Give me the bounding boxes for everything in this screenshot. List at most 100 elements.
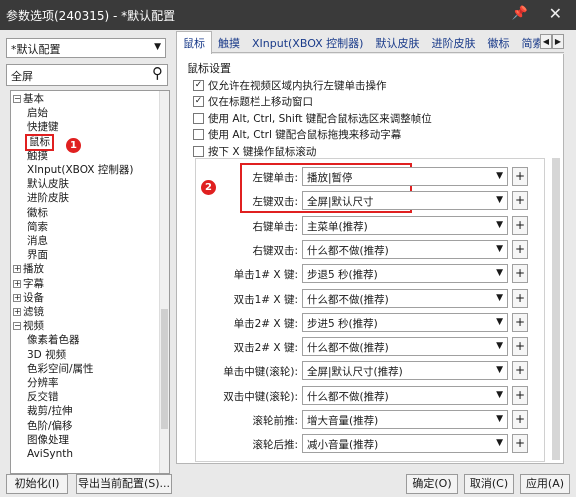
- add-button[interactable]: +: [512, 239, 528, 259]
- tab-item[interactable]: 徽标: [481, 32, 515, 54]
- close-icon[interactable]: ✕: [549, 4, 562, 23]
- tab-right-icon[interactable]: ▶: [552, 34, 564, 49]
- tree-node[interactable]: + 滤镜: [13, 306, 44, 319]
- collapse-icon[interactable]: −: [13, 95, 21, 103]
- mapping-select[interactable]: 步进5 秒(推荐) ▼: [302, 312, 508, 332]
- tree-item-label: 设备: [23, 291, 44, 304]
- tree-item-label: 快捷键: [27, 121, 59, 134]
- mapping-select[interactable]: 什么都不做(推荐) ▼: [302, 385, 508, 405]
- mapping-select[interactable]: 全屏|默认尺寸(推荐) ▼: [302, 361, 508, 381]
- expand-icon[interactable]: +: [13, 265, 21, 274]
- checkbox-label: 仅在标题栏上移动窗口: [208, 96, 313, 108]
- tab-scroll: ◀ ▶: [540, 34, 564, 49]
- tree-scrollbar[interactable]: [159, 91, 169, 473]
- tree-item[interactable]: 徽标: [27, 207, 48, 220]
- add-button[interactable]: +: [512, 264, 528, 284]
- search-icon[interactable]: ⚲: [152, 64, 163, 82]
- chevron-down-icon: ▼: [496, 438, 503, 449]
- tree-node[interactable]: + 设备: [13, 292, 44, 305]
- panel-scrollbar[interactable]: [552, 158, 561, 462]
- add-button[interactable]: +: [512, 191, 528, 211]
- option-checkbox[interactable]: 使用 Alt, Ctrl, Shift 键配合鼠标选区来调整帧位: [193, 111, 432, 125]
- tab-item[interactable]: 进阶皮肤: [425, 32, 481, 54]
- tree-item[interactable]: 图像处理: [27, 434, 69, 447]
- tree-item-label: 分辨率: [27, 377, 59, 389]
- option-checkbox[interactable]: 按下 X 键操作鼠标滚动: [193, 144, 316, 158]
- tree-item[interactable]: 裁剪/拉伸: [27, 405, 73, 418]
- tree-node[interactable]: + 播放: [13, 263, 44, 276]
- mapping-select[interactable]: 减小音量(推荐) ▼: [302, 434, 508, 454]
- search-value: 全屏: [11, 70, 33, 83]
- search-input[interactable]: 全屏 ⚲: [6, 64, 168, 86]
- tree-item[interactable]: 启始: [27, 107, 48, 120]
- tab-item[interactable]: 鼠标: [176, 31, 212, 54]
- tree-item[interactable]: 消息: [27, 235, 48, 248]
- tree-item[interactable]: 进阶皮肤: [27, 192, 69, 205]
- init-button[interactable]: 初始化(I): [6, 474, 68, 494]
- expand-icon[interactable]: +: [13, 293, 21, 302]
- tree-item-label: 简索: [27, 220, 48, 233]
- tree-item[interactable]: 触摸: [27, 150, 48, 163]
- mapping-select[interactable]: 什么都不做(推荐) ▼: [302, 288, 508, 308]
- panel-scrollbar-thumb[interactable]: [552, 158, 560, 460]
- tab-item[interactable]: 默认皮肤: [369, 32, 425, 54]
- mapping-select[interactable]: 播放|暂停 ▼: [302, 167, 508, 186]
- add-button[interactable]: +: [512, 167, 528, 186]
- tree-scrollbar-thumb[interactable]: [161, 309, 168, 429]
- unchecked-box-icon[interactable]: [193, 129, 204, 140]
- add-button[interactable]: +: [512, 361, 528, 381]
- mapping-select[interactable]: 主菜单(推荐) ▼: [302, 215, 508, 235]
- tab-item[interactable]: 触摸: [212, 32, 246, 54]
- apply-button[interactable]: 应用(A): [520, 474, 570, 494]
- add-button[interactable]: +: [512, 385, 528, 405]
- add-button[interactable]: +: [512, 312, 528, 332]
- add-button[interactable]: +: [512, 410, 528, 429]
- tree-item-label: 鼠标: [29, 135, 50, 148]
- collapse-icon[interactable]: −: [13, 322, 21, 331]
- mapping-select[interactable]: 增大音量(推荐) ▼: [302, 410, 508, 429]
- tree-node[interactable]: − 基本: [13, 93, 44, 106]
- tree-item[interactable]: 快捷键: [27, 121, 59, 134]
- tree-item[interactable]: 3D 视频: [27, 349, 66, 362]
- add-button[interactable]: +: [512, 337, 528, 357]
- option-checkbox[interactable]: ✓ 仅在标题栏上移动窗口: [193, 95, 313, 109]
- tree-item[interactable]: 反交错: [27, 391, 59, 404]
- tree-item[interactable]: 分辨率: [27, 377, 59, 390]
- tree-item[interactable]: 界面: [27, 249, 48, 262]
- add-button[interactable]: +: [512, 288, 528, 308]
- unchecked-box-icon[interactable]: [193, 145, 204, 157]
- mapping-select[interactable]: 什么都不做(推荐) ▼: [302, 239, 508, 259]
- tree-item[interactable]: 默认皮肤: [27, 178, 69, 191]
- pin-icon[interactable]: 📌: [512, 6, 528, 21]
- tree-item-label: 界面: [27, 249, 48, 262]
- export-config-button[interactable]: 导出当前配置(S)...: [76, 474, 172, 494]
- tree-item[interactable]: AviSynth: [27, 448, 73, 461]
- add-button[interactable]: +: [512, 434, 528, 454]
- tree-item[interactable]: 简索: [27, 221, 48, 234]
- tree-item[interactable]: 像素着色器: [27, 334, 80, 347]
- mapping-select[interactable]: 全屏|默认尺寸 ▼: [302, 191, 508, 211]
- tree-node[interactable]: − 视频: [13, 320, 44, 333]
- tab-left-icon[interactable]: ◀: [540, 34, 552, 49]
- mapping-value: 步进5 秒(推荐): [307, 317, 378, 330]
- mapping-select[interactable]: 什么都不做(推荐) ▼: [302, 337, 508, 357]
- option-checkbox[interactable]: 使用 Alt, Ctrl 键配合鼠标拖拽来移动字幕: [193, 128, 401, 142]
- expand-icon[interactable]: +: [13, 308, 21, 316]
- tree-node[interactable]: + 字幕: [13, 278, 44, 291]
- tree-item[interactable]: 鼠标: [25, 133, 54, 151]
- tree-item[interactable]: 色阶/偏移: [27, 420, 73, 433]
- preset-select[interactable]: *默认配置 ▼: [6, 38, 166, 58]
- unchecked-box-icon[interactable]: [193, 112, 204, 124]
- option-checkbox[interactable]: ✓ 仅允许在视频区域内执行左键单击操作: [193, 78, 387, 92]
- cancel-button[interactable]: 取消(C): [464, 474, 514, 494]
- tab-item[interactable]: XInput(XBOX 控制器): [246, 32, 369, 54]
- tree-item-label: 滤镜: [23, 306, 44, 318]
- ok-button[interactable]: 确定(O): [406, 474, 458, 494]
- tree-item[interactable]: XInput(XBOX 控制器): [27, 164, 133, 177]
- checked-box-icon[interactable]: ✓: [193, 79, 204, 91]
- mapping-select[interactable]: 步退5 秒(推荐) ▼: [302, 264, 508, 284]
- tree-item[interactable]: 色彩空间/属性: [27, 363, 94, 376]
- checked-box-icon[interactable]: ✓: [193, 96, 204, 107]
- expand-icon[interactable]: +: [13, 279, 21, 288]
- add-button[interactable]: +: [512, 215, 528, 235]
